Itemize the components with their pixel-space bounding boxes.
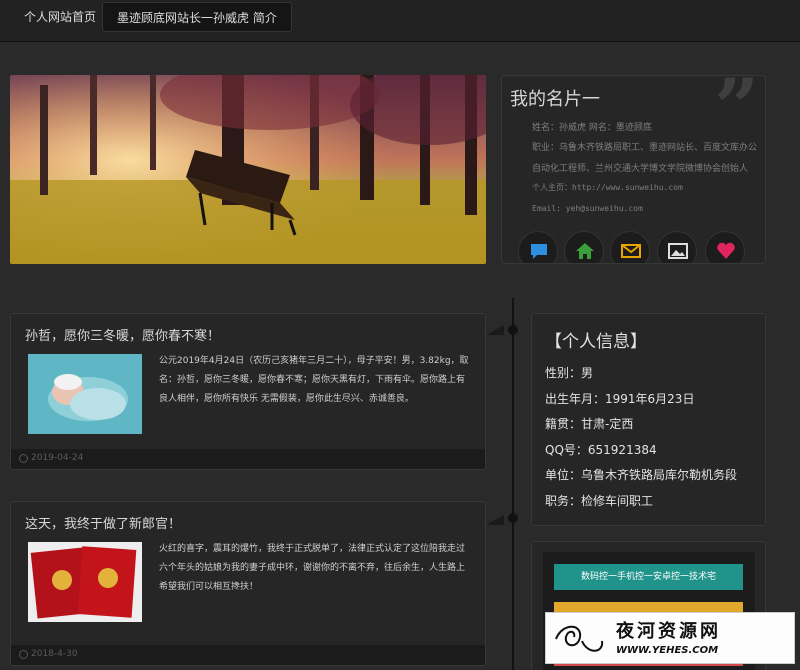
- home-button[interactable]: [564, 231, 604, 263]
- info-gender: 性别：男: [545, 366, 594, 380]
- heart-icon: [717, 242, 735, 259]
- info-hometown: 籍贯：甘肃-定西: [545, 417, 634, 431]
- blog-post: 这天，我终于做了新郎官！ 火红的喜字，震耳的爆竹，我终于正式脱单了，法律正式认定…: [10, 501, 486, 666]
- info-qq: QQ号：651921384: [545, 443, 657, 457]
- chat-button[interactable]: [518, 231, 558, 263]
- image-button[interactable]: [657, 231, 697, 263]
- mail-button[interactable]: [610, 231, 650, 263]
- personal-info-panel: 【个人信息】 性别：男 出生年月：1991年6月23日 籍贯：甘肃-定西 QQ号…: [531, 313, 766, 526]
- card-job-line: 职业：乌鲁木齐铁路局职工、墨迹网站长、百度文库办公: [532, 143, 758, 153]
- card-name-line: 姓名：孙威虎 网名：墨迹顾底: [532, 123, 652, 133]
- card-homepage-line: 个人主页：http://www.sunweihu.com: [532, 183, 683, 192]
- nav-home-link[interactable]: 个人网站首页: [10, 2, 110, 32]
- post-footer: 2018-4-30: [11, 645, 485, 665]
- blog-post: 孙哲，愿你三冬暖，愿你春不寒！ 公元2019年4月24日（农历己亥猪年三月二十）…: [10, 313, 486, 470]
- image-icon: [668, 243, 688, 259]
- watermark-title: 夜河资源网: [616, 621, 721, 642]
- clock-icon: [19, 650, 28, 659]
- info-birthdate: 出生年月：1991年6月23日: [545, 392, 695, 406]
- info-title: 【个人信息】: [545, 332, 647, 352]
- post-title[interactable]: 这天，我终于做了新郎官！: [25, 513, 181, 532]
- card-job-line-2: 自动化工程师、兰州交通大学博文学院微博协会创始人: [532, 164, 749, 174]
- timeline-arrow: [486, 325, 504, 335]
- post-footer: 2019-04-24: [11, 449, 485, 469]
- info-employer: 单位：乌鲁木齐铁路局库尔勒机务段: [545, 468, 738, 482]
- post-date: 2019-04-24: [31, 453, 84, 463]
- timeline-line: [512, 298, 514, 670]
- card-email-line: Email: yeh@sunweihu.com: [532, 204, 643, 213]
- home-icon: [576, 243, 594, 259]
- heart-button[interactable]: [705, 231, 745, 263]
- post-title[interactable]: 孙哲，愿你三冬暖，愿你春不寒！: [25, 325, 220, 344]
- top-navbar: 个人网站首页 墨迹顾底网站长一孙威虎 简介: [0, 0, 800, 42]
- timeline-dot: [508, 513, 518, 523]
- nav-about-link[interactable]: 墨迹顾底网站长一孙威虎 简介: [102, 2, 292, 32]
- info-position: 职务：检修车间职工: [545, 494, 654, 508]
- post-date: 2018-4-30: [31, 649, 78, 659]
- timeline-dot: [508, 325, 518, 335]
- watermark-logo: 夜河资源网 WWW.YEHES.COM: [545, 612, 795, 664]
- banner-image: [10, 75, 486, 264]
- watermark-url: WWW.YEHES.COM: [616, 645, 719, 656]
- ornament-icon: [555, 625, 604, 652]
- post-thumbnail-marriage-certificates[interactable]: [28, 542, 142, 622]
- post-excerpt: 火红的喜字，震耳的爆竹，我终于正式脱单了，法律正式认定了这位陪我走过六个年头的姑…: [159, 544, 466, 592]
- post-thumbnail-baby[interactable]: [28, 354, 142, 434]
- card-title: 我的名片一: [510, 89, 600, 110]
- tag-button[interactable]: 数码控一手机控一安卓控一技术宅: [554, 564, 743, 590]
- name-card: 我的名片一 ” 姓名：孙威虎 网名：墨迹顾底 职业：乌鲁木齐铁路局职工、墨迹网站…: [501, 75, 766, 264]
- post-excerpt: 公元2019年4月24日（农历己亥猪年三月二十），母子平安！男，3.82kg，取…: [159, 356, 469, 404]
- clock-icon: [19, 454, 28, 463]
- chat-icon: [531, 244, 547, 259]
- mail-icon: [621, 244, 641, 258]
- timeline-arrow: [486, 515, 504, 525]
